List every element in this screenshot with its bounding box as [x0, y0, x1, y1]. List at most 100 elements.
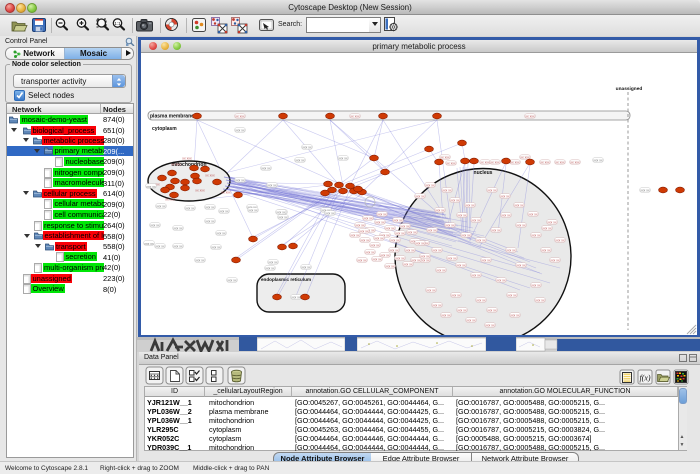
svg-text:xxx xx: xxx xx — [555, 238, 565, 242]
svg-text:xxx xx: xxx xx — [355, 223, 365, 227]
svg-text:xxx xx: xxx xx — [400, 224, 410, 228]
svg-text:cytoplasm: cytoplasm — [152, 126, 177, 132]
svg-text:unassigned: unassigned — [616, 86, 643, 92]
svg-text:xxx xx: xxx xx — [359, 229, 369, 233]
svg-text:xxx xx: xxx xx — [456, 263, 466, 267]
svg-text:xxx xx: xxx xx — [405, 248, 415, 252]
svg-text:xxx xx: xxx xx — [385, 264, 395, 268]
svg-text:f(x): f(x) — [639, 374, 650, 383]
svg-text:xxx xx: xxx xx — [211, 245, 221, 249]
svg-text:xx xxx: xx xxx — [205, 173, 215, 177]
svg-text:xxx xx: xxx xx — [350, 233, 360, 237]
svg-text:xxx xx: xxx xx — [150, 223, 160, 227]
svg-text:xxx xx: xxx xx — [155, 244, 165, 248]
svg-text:xxx xx: xxx xx — [195, 258, 205, 262]
svg-text:xxx xx: xxx xx — [451, 293, 461, 297]
svg-text:xxx xx: xxx xx — [491, 228, 501, 232]
svg-text:xx xxx: xx xxx — [520, 155, 530, 159]
svg-text:xxx xx: xxx xx — [466, 318, 476, 322]
svg-text:xxx xx: xxx xx — [261, 166, 271, 170]
svg-text:xx xxx: xx xxx — [221, 190, 231, 194]
svg-text:xxx xx: xxx xx — [435, 208, 445, 212]
svg-text:xxx xx: xxx xx — [374, 236, 384, 240]
svg-text:xxx xx: xxx xx — [385, 226, 395, 230]
svg-text:xxx xx: xxx xx — [144, 242, 154, 246]
svg-text:xxx xx: xxx xx — [442, 188, 452, 192]
svg-text:xxx xx: xxx xx — [640, 188, 650, 192]
svg-text:xxx xx: xxx xx — [219, 209, 229, 213]
svg-text:xxx xx: xxx xx — [395, 256, 405, 260]
svg-text:xxx xx: xxx xx — [415, 241, 425, 245]
svg-text:xxx xx: xxx xx — [420, 258, 430, 262]
svg-text:xxx xx: xxx xx — [216, 231, 226, 235]
svg-text:xx xxx: xx xxx — [182, 156, 192, 160]
svg-text:xxx xx: xxx xx — [268, 260, 278, 264]
svg-text:xxx xx: xxx xx — [156, 204, 166, 208]
svg-text:plasma membrane: plasma membrane — [150, 114, 194, 120]
svg-text:xxx xx: xxx xx — [267, 183, 277, 187]
svg-text:xxx xx: xxx xx — [547, 220, 557, 224]
svg-text:xxx xx: xxx xx — [487, 308, 497, 312]
svg-text:xxx xx: xxx xx — [389, 248, 399, 252]
svg-text:xxx xx: xxx xx — [528, 212, 538, 216]
svg-text:xx xxx: xx xxx — [540, 160, 550, 164]
svg-text:xxx xx: xxx xx — [426, 288, 436, 292]
svg-text:xx xxx: xx xxx — [525, 114, 535, 118]
svg-text:xxx xx: xxx xx — [338, 156, 348, 160]
svg-text:xxx xx: xxx xx — [360, 238, 370, 242]
svg-text:xxx xx: xxx xx — [377, 212, 387, 216]
svg-text:xxx xx: xxx xx — [510, 313, 520, 317]
svg-text:xx xxx: xx xxx — [440, 155, 450, 159]
svg-text:xxx xx: xxx xx — [500, 194, 510, 198]
svg-text:xx xxx: xx xxx — [235, 114, 245, 118]
svg-text:xxx xx: xxx xx — [531, 233, 541, 237]
svg-text:xxx xx: xxx xx — [501, 213, 511, 217]
svg-text:xxx xx: xxx xx — [471, 273, 481, 277]
svg-text:xxx xx: xxx xx — [411, 258, 421, 262]
svg-text:xxx xx: xxx xx — [380, 253, 390, 257]
svg-text:xxx xx: xxx xx — [514, 203, 524, 207]
svg-text:xxx xx: xxx xx — [516, 223, 526, 227]
svg-text:xxx xx: xxx xx — [485, 323, 495, 327]
svg-text:xxx xx: xxx xx — [481, 258, 491, 262]
svg-text:xxx xx: xxx xx — [205, 219, 215, 223]
svg-text:xxx xx: xxx xx — [445, 223, 455, 227]
svg-text:xxx xx: xxx xx — [390, 238, 400, 242]
svg-text:xx xxx: xx xxx — [510, 160, 520, 164]
svg-text:xxx xx: xxx xx — [420, 254, 430, 258]
svg-text:xxx xx: xxx xx — [395, 231, 405, 235]
svg-text:xxx xx: xxx xx — [496, 278, 506, 282]
svg-text:xxx xx: xxx xx — [436, 268, 446, 272]
svg-text:xxx xx: xxx xx — [415, 194, 425, 198]
svg-text:xxx xx: xxx xx — [365, 250, 375, 254]
svg-text:xx xxx: xx xxx — [480, 160, 490, 164]
svg-text:xxx xx: xxx xx — [507, 293, 517, 297]
svg-text:xxx xx: xxx xx — [276, 210, 286, 214]
svg-text:xxx xx: xxx xx — [425, 183, 435, 187]
svg-text:xxx xx: xxx xx — [301, 265, 311, 269]
svg-text:xxx xx: xxx xx — [471, 218, 481, 222]
svg-text:xxx xx: xxx xx — [357, 258, 367, 262]
svg-text:xxx xx: xxx xx — [432, 248, 442, 252]
svg-text:xxx xx: xxx xx — [476, 238, 486, 242]
svg-text:xx xxx: xx xxx — [350, 114, 360, 118]
svg-text:xxx xx: xxx xx — [235, 128, 245, 132]
svg-text:xxx xx: xxx xx — [146, 185, 156, 189]
svg-text:xxx xx: xxx xx — [461, 233, 471, 237]
svg-text:xxx xx: xxx xx — [535, 298, 545, 302]
svg-text:xxx xx: xxx xx — [173, 244, 183, 248]
svg-text:xxx xx: xxx xx — [227, 278, 237, 282]
svg-text:xxx xx: xxx xx — [427, 228, 437, 232]
svg-text:xxx xx: xxx xx — [185, 206, 195, 210]
svg-text:xx xxx: xx xxx — [195, 188, 205, 192]
svg-text:xxx xx: xxx xx — [363, 216, 373, 220]
svg-text:xxx xx: xxx xx — [325, 211, 335, 215]
svg-text:xxx xx: xxx xx — [295, 158, 305, 162]
svg-text:xxx xx: xxx xx — [302, 145, 312, 149]
svg-text:xxx xx: xxx xx — [450, 198, 460, 202]
svg-text:xxx xx: xxx xx — [531, 283, 541, 287]
svg-text:xxx xx: xxx xx — [541, 248, 551, 252]
svg-text:xxx xx: xxx xx — [173, 226, 183, 230]
svg-text:xxx xx: xxx xx — [465, 203, 475, 207]
svg-text:xx xxx: xx xxx — [446, 161, 456, 165]
